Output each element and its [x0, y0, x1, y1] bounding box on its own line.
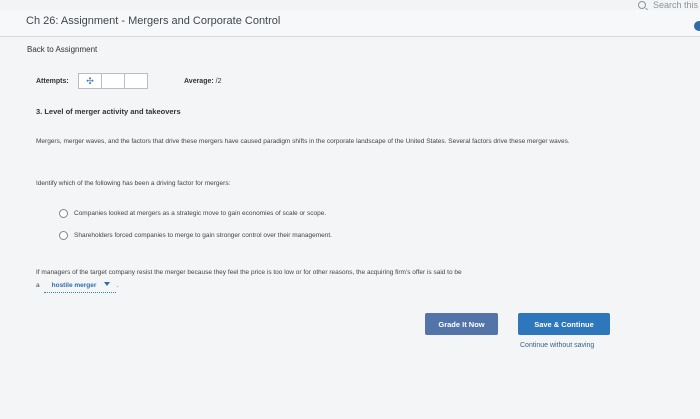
search-icon: [638, 1, 647, 9]
save-and-continue-button[interactable]: Save & Continue: [518, 313, 610, 335]
assignment-header: Ch 26: Assignment - Mergers and Corporat…: [0, 10, 700, 37]
search-box[interactable]: Search this: [638, 0, 698, 10]
fill-suffix: .: [116, 282, 119, 289]
answer-option-label: Shareholders forced companies to merge t…: [74, 232, 332, 239]
page-title: Ch 26: Assignment - Mergers and Corporat…: [26, 15, 281, 27]
fill-statement-text: If managers of the target company resist…: [36, 269, 462, 276]
fill-prefix: a: [36, 282, 40, 289]
answer-option-1[interactable]: Companies looked at mergers as a strateg…: [59, 209, 326, 218]
radio-button[interactable]: [59, 231, 68, 240]
back-to-assignment-link[interactable]: Back to Assignment: [27, 45, 97, 54]
average-value: /2: [215, 78, 222, 85]
fill-in-statement: If managers of the target company resist…: [36, 266, 636, 293]
answer-option-label: Companies looked at mergers as a strateg…: [74, 210, 327, 217]
attempt-box: [101, 73, 125, 89]
attempt-box: [124, 73, 148, 89]
attempt-icon: ✣: [86, 75, 94, 86]
dropdown-selected-value: hostile merger: [51, 282, 97, 289]
question-title: 3. Level of merger activity and takeover…: [36, 107, 181, 116]
question-prompt: Identify which of the following has been…: [36, 180, 231, 187]
answer-option-2[interactable]: Shareholders forced companies to merge t…: [59, 231, 332, 240]
attempt-box-current: ✣: [78, 73, 102, 89]
grade-it-now-button[interactable]: Grade It Now: [425, 313, 498, 335]
continue-without-saving-link[interactable]: Continue without saving: [520, 342, 594, 349]
question-panel: [0, 37, 700, 419]
attempts-label: Attempts:: [36, 78, 69, 85]
browser-topbar: Search this: [0, 0, 700, 10]
average-label: Average:: [184, 78, 214, 85]
attempt-indicator: ✣: [78, 73, 148, 89]
chevron-down-icon: [104, 282, 111, 286]
radio-button[interactable]: [59, 209, 68, 218]
average-score: Average: /2: [184, 78, 222, 85]
header-menu-dot[interactable]: [694, 21, 700, 31]
answer-dropdown[interactable]: hostile merger: [43, 279, 117, 293]
question-intro: Mergers, merger waves, and the factors t…: [36, 138, 570, 145]
search-label: Search this: [652, 0, 698, 10]
